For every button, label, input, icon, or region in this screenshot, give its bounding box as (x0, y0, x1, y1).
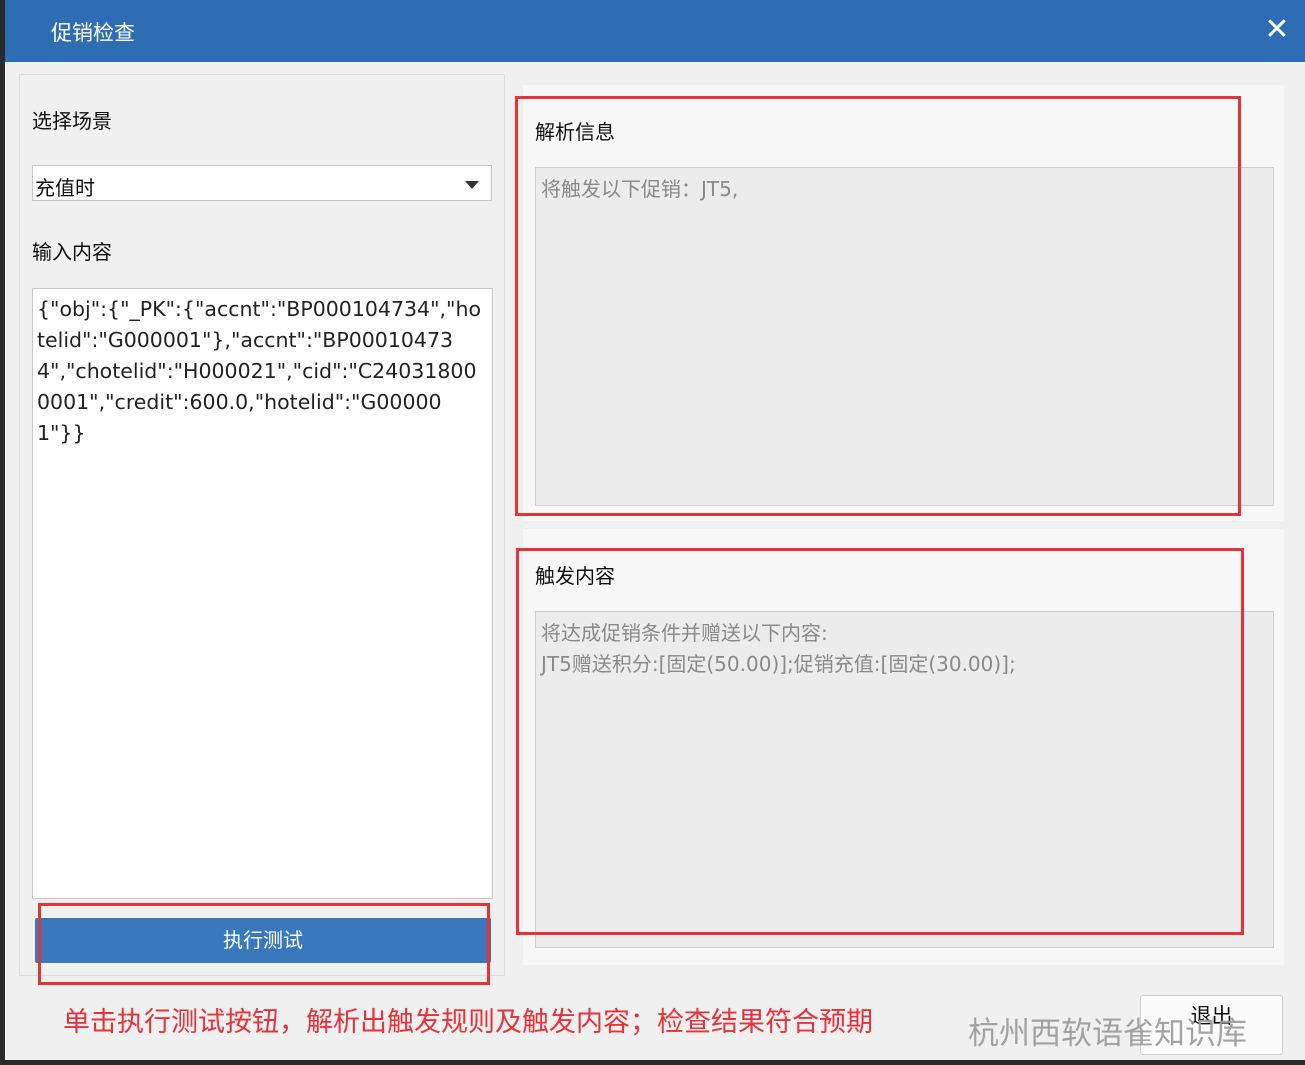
close-icon[interactable]: ✕ (1259, 12, 1295, 48)
promotion-check-dialog: 促销检查 ✕ 选择场景 充值时 输入内容 {"obj":{"_PK":{"acc… (5, 0, 1305, 1060)
trigger-content-line-2: JT5赠送积分:[固定(50.00)];促销充值:[固定(30.00)]; (541, 652, 1016, 676)
input-label: 输入内容 (32, 240, 112, 264)
input-content-field[interactable]: {"obj":{"_PK":{"accnt":"BP000104734","ho… (32, 288, 493, 899)
trigger-content-line-1: 将达成促销条件并赠送以下内容: (541, 621, 828, 645)
dialog-title: 促销检查 (51, 21, 135, 45)
title-bar: 促销检查 ✕ (5, 0, 1305, 62)
scene-selected-value: 充值时 (35, 176, 95, 200)
trigger-content-title: 触发内容 (535, 564, 615, 588)
input-panel: 选择场景 充值时 输入内容 {"obj":{"_PK":{"accnt":"BP… (19, 74, 505, 976)
parse-info-card: 解析信息 将触发以下促销：JT5, (523, 85, 1284, 521)
scene-select[interactable]: 充值时 (32, 165, 492, 201)
annotation-text: 单击执行测试按钮，解析出触发规则及触发内容；检查结果符合预期 (63, 1007, 873, 1038)
run-test-button[interactable]: 执行测试 (35, 918, 491, 963)
chevron-down-icon[interactable] (465, 181, 479, 189)
watermark-text: 杭州西软语雀知识库 (968, 1016, 1247, 1052)
scene-label: 选择场景 (32, 109, 112, 133)
trigger-content-card: 触发内容 将达成促销条件并赠送以下内容: JT5赠送积分:[固定(50.00)]… (523, 529, 1284, 965)
parse-info-text: 将触发以下促销：JT5, (541, 177, 739, 201)
trigger-content-output: 将达成促销条件并赠送以下内容: JT5赠送积分:[固定(50.00)];促销充值… (535, 611, 1274, 948)
parse-info-output: 将触发以下促销：JT5, (535, 167, 1274, 506)
parse-info-title: 解析信息 (535, 120, 615, 144)
